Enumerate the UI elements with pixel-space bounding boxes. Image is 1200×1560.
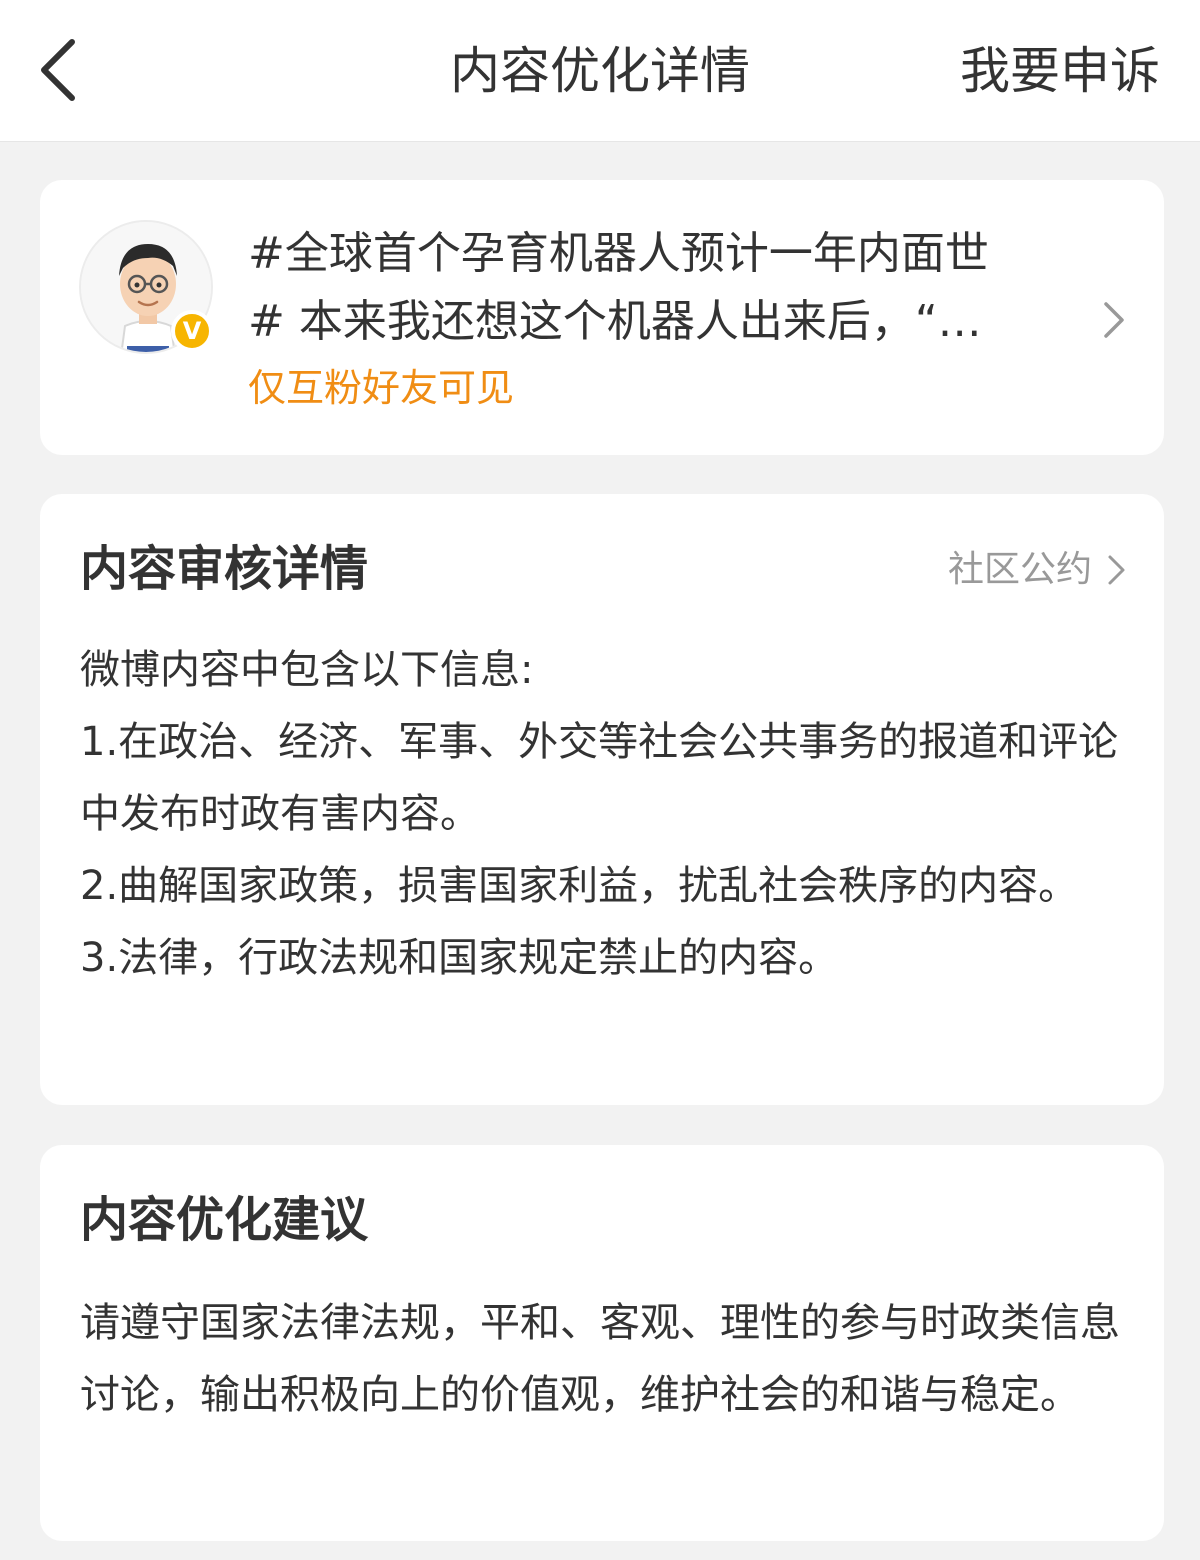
community-guidelines-label: 社区公约 [947, 549, 1092, 590]
review-paragraph: 微博内容中包含以下信息: [80, 647, 534, 693]
post-excerpt: #全球首个孕育机器人预计一年内面世 # 本来我还想这个机器人出来后，“… [248, 220, 1078, 356]
chevron-left-icon [41, 39, 75, 101]
chevron-right-icon [1104, 302, 1124, 338]
community-guidelines-link[interactable]: 社区公约 [948, 544, 1128, 596]
review-details-text: 微博内容中包含以下信息: 1.在政治、经济、军事、外交等社会公共事务的报道和评论… [80, 634, 1130, 994]
page-title: 内容优化详情 [450, 42, 750, 100]
suggestion-card: 内容优化建议 请遵守国家法律法规，平和、客观、理性的参与时政类信息讨论，输出积极… [40, 1145, 1164, 1541]
review-details-card: 内容审核详情 社区公约 微博内容中包含以下信息: 1.在政治、经济、军事、外交等… [40, 494, 1164, 1105]
visibility-label: 仅互粉好友可见 [248, 366, 515, 410]
post-excerpt-line: # 本来我还想这个机器人出来后，“… [248, 296, 982, 347]
appeal-button[interactable]: 我要申诉 [960, 38, 1160, 104]
review-paragraph: 1.在政治、经济、军事、外交等社会公共事务的报道和评论中发布时政有害内容。 [80, 719, 1119, 837]
back-button[interactable] [30, 30, 90, 110]
review-paragraph: 3.法律，行政法规和国家规定禁止的内容。 [80, 935, 839, 981]
section-title: 内容优化建议 [80, 1192, 369, 1248]
section-title: 内容审核详情 [80, 541, 369, 597]
suggestion-text: 请遵守国家法律法规，平和、客观、理性的参与时政类信息讨论，输出积极向上的价值观，… [80, 1300, 1120, 1418]
post-preview-card[interactable]: V #全球首个孕育机器人预计一年内面世 # 本来我还想这个机器人出来后，“… 仅… [40, 180, 1164, 455]
post-excerpt-line: #全球首个孕育机器人预计一年内面世 [248, 228, 989, 279]
verified-badge-icon: V [171, 310, 213, 352]
chevron-right-icon [1108, 555, 1125, 585]
review-paragraph: 2.曲解国家政策，损害国家利益，扰乱社会秩序的内容。 [80, 863, 1079, 909]
top-nav-bar: 内容优化详情 我要申诉 [0, 0, 1200, 142]
